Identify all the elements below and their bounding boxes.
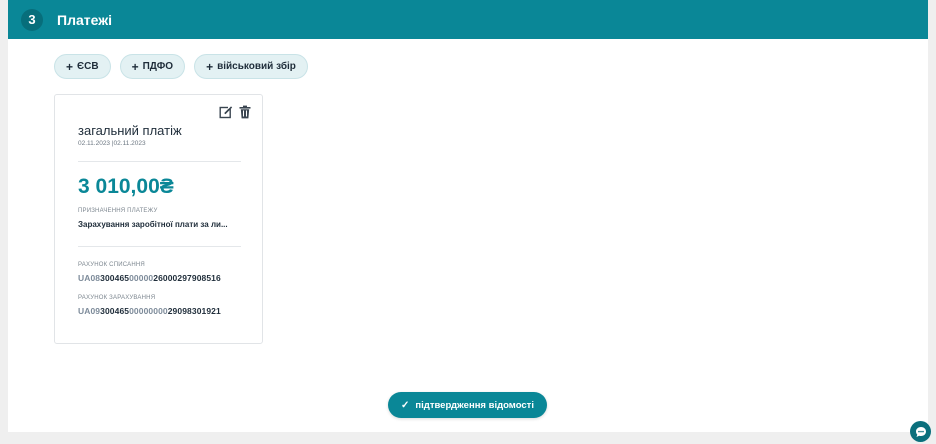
trash-icon[interactable] (238, 105, 252, 119)
plus-icon: + (206, 59, 214, 74)
payments-panel: 3 Платежі + ЄСВ + ПДФО + військовий збір (8, 0, 928, 432)
edit-icon[interactable] (219, 105, 233, 119)
debit-account-iban: UA083004650000026000297908516 (78, 273, 221, 283)
chat-bubble-icon[interactable] (910, 421, 931, 442)
payment-amount: 3 010,00₴ (78, 175, 174, 198)
credit-account-label: РАХУНОК ЗАРАХУВАННЯ (78, 295, 156, 301)
chat-glyph-icon (915, 426, 926, 437)
check-icon: ✓ (401, 399, 410, 411)
add-pdfo-label: ПДФО (142, 61, 174, 72)
add-payment-buttons: + ЄСВ + ПДФО + військовий збір (54, 54, 308, 79)
section-title: Платежі (57, 11, 113, 28)
plus-icon: + (66, 59, 74, 74)
confirm-statement-label: підтвердження відомості (415, 399, 534, 411)
purpose-label: ПРИЗНАЧЕННЯ ПЛАТЕЖУ (78, 208, 158, 214)
plus-icon: + (131, 59, 139, 74)
confirm-statement-button[interactable]: ✓ підтвердження відомості (388, 392, 547, 418)
add-military-levy-button[interactable]: + військовий збір (194, 54, 308, 79)
add-military-levy-label: військовий збір (217, 61, 296, 72)
payment-card: загальний платіж 02.11.2023 |02.11.2023 … (54, 94, 263, 344)
payment-dates: 02.11.2023 |02.11.2023 (78, 140, 146, 147)
section-header: 3 Платежі (8, 0, 928, 39)
step-number-badge: 3 (21, 8, 43, 31)
card-divider (78, 246, 241, 247)
add-esv-button[interactable]: + ЄСВ (54, 54, 111, 79)
add-esv-label: ЄСВ (77, 61, 99, 72)
credit-account-iban: UA093004650000000029098301921 (78, 306, 221, 316)
payment-title: загальний платіж (78, 123, 182, 138)
card-actions (219, 105, 252, 119)
payment-purpose: Зарахування заробітної плати за ли... (78, 220, 228, 229)
add-pdfo-button[interactable]: + ПДФО (119, 54, 186, 79)
card-divider (78, 161, 241, 162)
debit-account-label: РАХУНОК СПИСАННЯ (78, 262, 145, 268)
